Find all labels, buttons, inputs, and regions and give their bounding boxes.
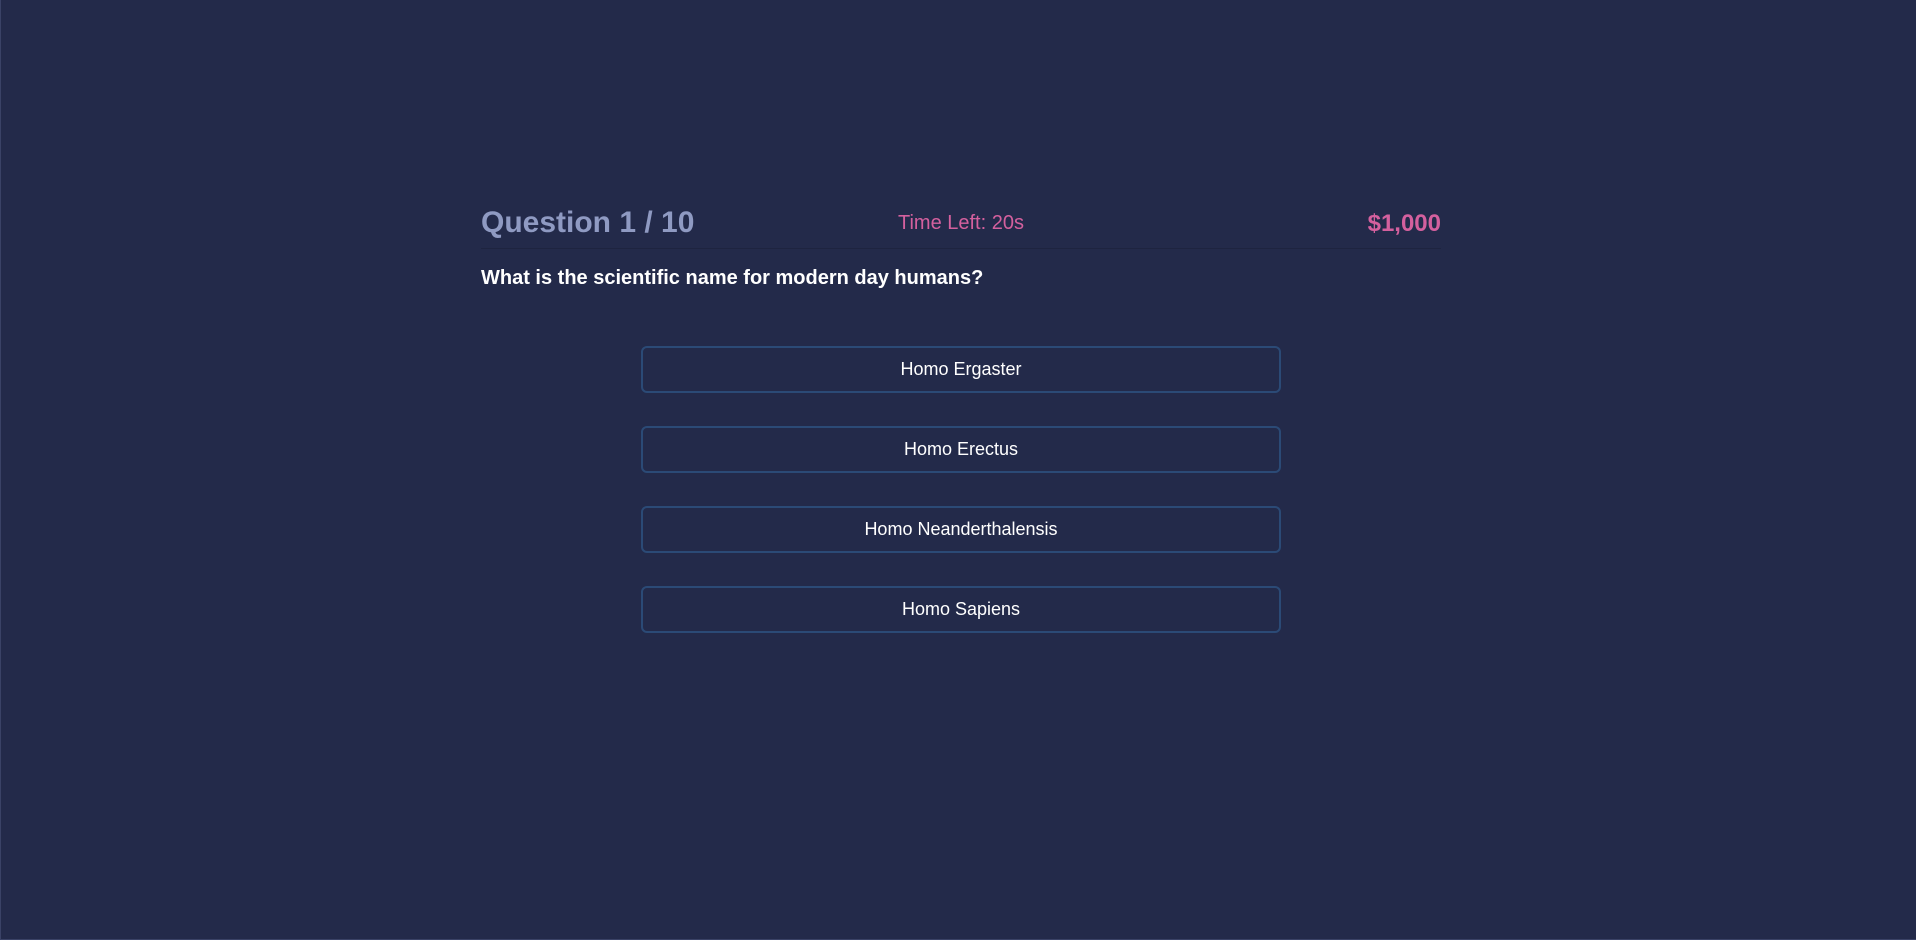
quiz-card: Question 1 / 10 Time Left: 20s $1,000 Wh… [481,200,1441,633]
time-left-label: Time Left: 20s [898,212,1024,234]
answer-options: Homo Ergaster Homo Erectus Homo Neandert… [641,346,1281,633]
answer-button-homo-neanderthalensis[interactable]: Homo Neanderthalensis [641,506,1281,553]
quiz-page: { "header": { "question_counter": "Quest… [0,0,1916,940]
answer-button-homo-ergaster[interactable]: Homo Ergaster [641,346,1281,393]
prize-amount: $1,000 [1367,210,1441,237]
question-text: What is the scientific name for modern d… [481,267,984,289]
quiz-header: Question 1 / 10 Time Left: 20s $1,000 [481,200,1441,249]
answer-button-homo-sapiens[interactable]: Homo Sapiens [641,586,1281,633]
answer-button-homo-erectus[interactable]: Homo Erectus [641,426,1281,473]
